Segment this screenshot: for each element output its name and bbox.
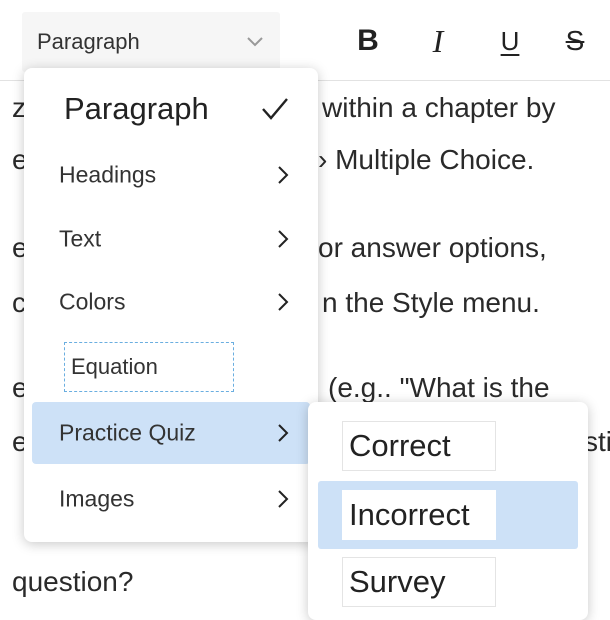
menu-item-colors[interactable]: Colors [32, 271, 310, 333]
underline-button[interactable]: U [492, 16, 528, 66]
submenu-item-incorrect[interactable]: Incorrect [318, 481, 578, 549]
doc-text-line: n the Style menu. [322, 287, 540, 318]
menu-item-label: Images [59, 485, 135, 512]
doc-text-line: or answer options, [318, 232, 547, 263]
doc-text-line: question? [12, 566, 134, 597]
equation-preview-box: Equation [64, 342, 234, 392]
menu-item-label: Practice Quiz [59, 419, 196, 446]
submenu-item-survey[interactable]: Survey [318, 548, 578, 616]
strikethrough-button[interactable]: S [557, 16, 593, 66]
doc-text-line: (e.g.. "What is the [328, 372, 550, 403]
menu-item-label: Equation [71, 354, 158, 379]
submenu-item-correct[interactable]: Correct [318, 412, 578, 480]
menu-item-images[interactable]: Images [32, 468, 310, 530]
chevron-right-icon [278, 490, 289, 508]
block-style-select[interactable]: Paragraph [22, 12, 280, 72]
submenu-item-label: Survey [342, 557, 496, 607]
chevron-right-icon [278, 166, 289, 184]
menu-item-paragraph[interactable]: Paragraph [32, 78, 310, 140]
menu-item-headings[interactable]: Headings [32, 144, 310, 206]
block-style-value: Paragraph [37, 29, 140, 54]
chevron-right-icon [278, 230, 289, 248]
doc-text-line: › Multiple Choice. [318, 144, 535, 175]
bold-button[interactable]: B [350, 16, 386, 66]
chevron-right-icon [278, 293, 289, 311]
check-icon [262, 98, 288, 120]
menu-item-label: Paragraph [64, 91, 209, 126]
doc-text-line: within a chapter by [322, 92, 556, 123]
practice-quiz-submenu: Correct Incorrect Survey [308, 402, 588, 620]
menu-item-text[interactable]: Text [32, 208, 310, 270]
menu-item-label: Headings [59, 161, 157, 188]
menu-item-label: Text [59, 225, 102, 252]
submenu-item-label: Correct [342, 421, 496, 471]
menu-item-practice-quiz[interactable]: Practice Quiz [32, 402, 310, 464]
submenu-item-label: Incorrect [342, 490, 496, 540]
block-style-menu: Paragraph Headings Text Colors Equation … [24, 68, 318, 542]
italic-button[interactable]: I [420, 16, 456, 66]
chevron-down-icon [247, 37, 263, 47]
chevron-right-icon [278, 424, 289, 442]
menu-item-equation[interactable]: Equation [32, 336, 310, 398]
menu-item-label: Colors [59, 288, 126, 315]
